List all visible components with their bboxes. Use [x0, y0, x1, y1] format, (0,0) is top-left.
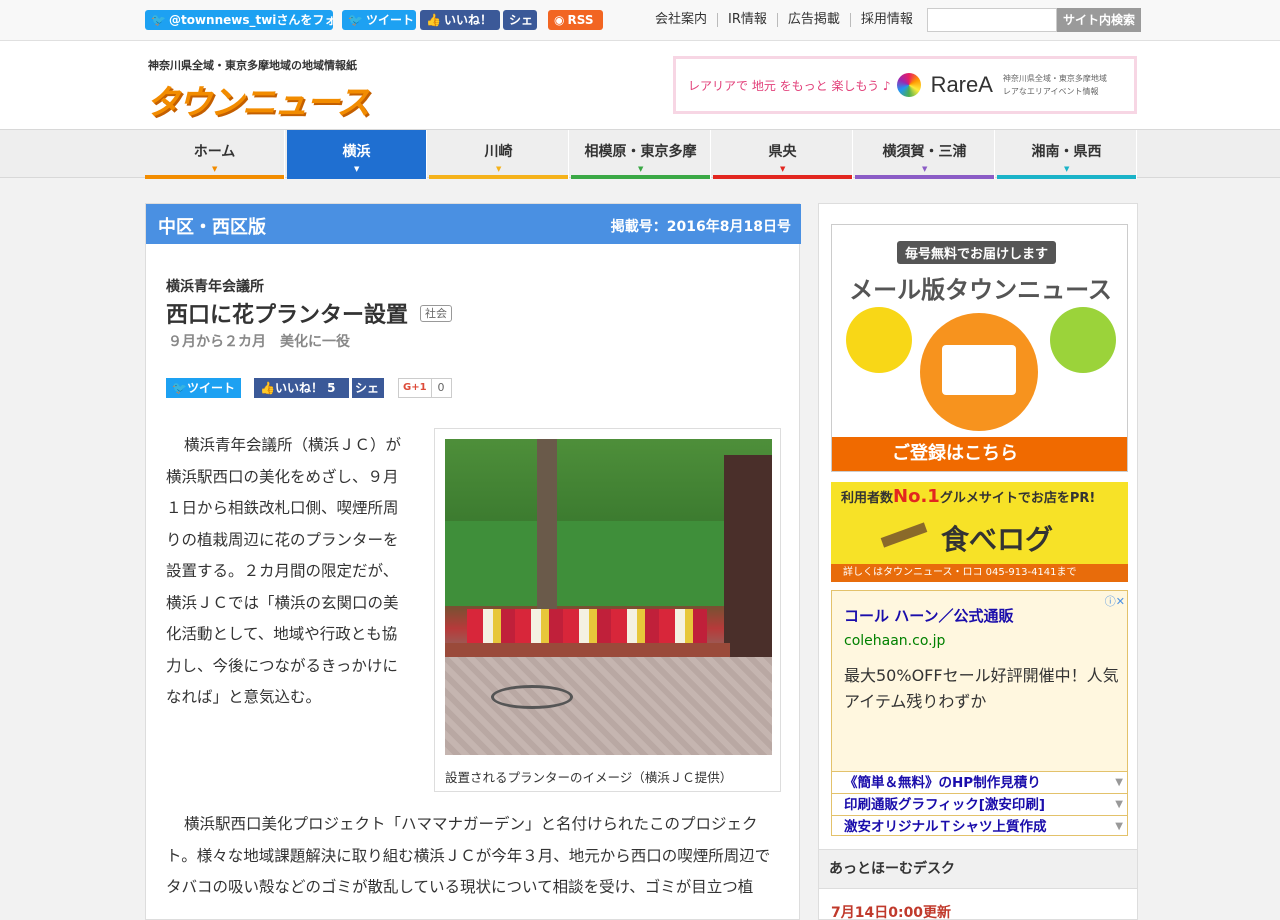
mail-ad-pill: 毎号無料でお届けします — [897, 241, 1057, 264]
nav-color-bar — [145, 175, 284, 179]
article-paragraph-2: 横浜駅西口美化プロジェクト「ハママナガーデン」と名付けられたこのプロジェクト。様… — [166, 815, 771, 896]
nav-color-bar — [855, 175, 994, 179]
nav-yokohama[interactable]: 横浜 ▼ — [287, 130, 427, 179]
envelope-icon — [920, 313, 1038, 431]
article-like-button[interactable]: 👍いいね！ 5 — [254, 378, 349, 398]
nav-color-bar — [571, 175, 710, 179]
gplus-count: 0 — [431, 378, 452, 398]
article-panel: 中区・西区版 掲載号：2016年8月18日号 横浜青年会議所 西口に花プランター… — [145, 203, 801, 920]
tabelog-ad[interactable]: 利用者数No.1グルメサイトでお店をPR! 食べログ 詳しくはタウンニュース・ロ… — [831, 482, 1128, 582]
photo-caption: 設置されるプランターのイメージ（横浜ＪＣ提供） — [445, 770, 733, 785]
top-bar: 🐦 @townnews_twiさんをフォ 🐦 ツイート 👍 いいね！ シェ ◉ RSS … — [0, 0, 1280, 41]
planter-photo[interactable] — [445, 439, 772, 755]
desk-heading: あっとほーむデスク — [819, 849, 1137, 889]
site-tagline: 神奈川県全域・東京多摩地域の地域情報紙 — [148, 59, 357, 72]
mail-ad-heading: メール版タウンニュース — [849, 276, 1112, 304]
twitter-bird-icon: 🐦 — [172, 381, 187, 395]
mail-edition-ad[interactable]: 毎号無料でお届けします メール版タウンニュース ご登録はこちら — [831, 224, 1128, 472]
article-title: 西口に花プランター設置 社会 — [166, 297, 453, 329]
gplus-button[interactable]: G+1 0 — [398, 378, 452, 398]
nav-yokosuka-miura[interactable]: 横須賀・三浦 ▼ — [855, 130, 995, 179]
desk-updated: 7月14日0:00更新 — [831, 905, 952, 920]
link-advertising[interactable]: 広告掲載 — [776, 13, 850, 27]
main-nav: ホーム ▼ 横浜 ▼ 川崎 ▼ 相模原・東京多摩 ▼ 県央 ▼ 横須賀・三浦 ▼… — [0, 129, 1280, 179]
ad-link-1[interactable]: 《簡単＆無料》のHP制作見積り ▼ — [832, 771, 1127, 793]
top-links: 会社案内 IR情報 広告掲載 採用情報 — [655, 13, 923, 27]
banner-catch: レアリアで 地元 をもっと 楽しもう ♪ — [688, 78, 891, 93]
article-tweet-button[interactable]: 🐦ツイート — [166, 378, 241, 398]
article-organization: 横浜青年会議所 — [166, 279, 264, 295]
chevron-down-icon: ▼ — [638, 165, 644, 173]
nav-color-bar — [429, 175, 568, 179]
nav-kawasaki[interactable]: 川崎 ▼ — [429, 130, 569, 179]
ad-link-3[interactable]: 激安オリジナルＴシャツ上質作成 ▼ — [832, 815, 1127, 835]
chevron-down-icon: ▼ — [1115, 777, 1123, 788]
gplus-icon: G+1 — [398, 378, 432, 398]
chevron-down-icon: ▼ — [1064, 165, 1070, 173]
category-tag[interactable]: 社会 — [420, 304, 453, 322]
chevron-down-icon: ▼ — [354, 165, 360, 173]
rarea-banner[interactable]: レアリアで 地元 をもっと 楽しもう ♪ RareA 神奈川県全域・東京多摩地域… — [673, 56, 1137, 114]
banner-brand: RareA — [930, 72, 993, 97]
nav-home[interactable]: ホーム ▼ — [145, 130, 285, 179]
chevron-down-icon: ▼ — [1115, 821, 1123, 832]
ad-link-2[interactable]: 印刷通販グラフィック[激安印刷] ▼ — [832, 793, 1127, 815]
mail-ad-register: ご登録はこちら — [832, 437, 1127, 471]
ad-url[interactable]: colehaan.co.jp — [844, 633, 945, 649]
text-ad-box: ⓘ✕ コール ハーン／公式通販 colehaan.co.jp 最大50%OFFセ… — [831, 590, 1128, 836]
tweet-button[interactable]: 🐦 ツイート — [342, 10, 416, 30]
banner-sub: 神奈川県全域・東京多摩地域 レアなエリアイベント情報 — [1002, 74, 1107, 96]
nav-shonan-kensei[interactable]: 湘南・県西 ▼ — [997, 130, 1137, 179]
thumbs-up-icon: 👍 — [426, 13, 441, 27]
link-ir[interactable]: IR情報 — [717, 13, 777, 27]
ad-text: 最大50%OFFセール好評開催中！人気アイテム残りわずか — [844, 666, 1119, 711]
twitter-bird-icon: 🐦 — [151, 13, 166, 27]
article-share-button[interactable]: シェ — [352, 378, 384, 398]
twitter-bird-icon: 🐦 — [348, 13, 363, 27]
chevron-down-icon: ▼ — [212, 165, 218, 173]
nav-color-bar — [713, 175, 852, 179]
article-figure: 設置されるプランターのイメージ（横浜ＪＣ提供） — [434, 428, 781, 792]
nav-sagamihara-tama[interactable]: 相模原・東京多摩 ▼ — [571, 130, 711, 179]
link-company[interactable]: 会社案内 — [655, 13, 717, 27]
like-button[interactable]: 👍 いいね！ — [420, 10, 500, 30]
rss-button[interactable]: ◉ RSS — [548, 10, 603, 30]
chopsticks-icon — [880, 522, 928, 548]
tabelog-footer: 詳しくはタウンニュース・ロコ 045-913-4141まで — [831, 564, 1128, 582]
thumbs-up-icon: 👍 — [260, 381, 275, 395]
link-recruit[interactable]: 採用情報 — [849, 13, 923, 27]
chevron-down-icon: ▼ — [922, 165, 928, 173]
twitter-follow-button[interactable]: 🐦 @townnews_twiさんをフォ — [145, 10, 333, 30]
edition-name: 中区・西区版 — [158, 217, 266, 238]
chevron-down-icon: ▼ — [780, 165, 786, 173]
nav-color-bar — [997, 175, 1136, 179]
rss-icon: ◉ — [554, 13, 565, 27]
ad-title-link[interactable]: コール ハーン／公式通販 — [844, 605, 1013, 626]
chevron-down-icon: ▼ — [496, 165, 502, 173]
sidebar: 毎号無料でお届けします メール版タウンニュース ご登録はこちら 利用者数No.1… — [818, 203, 1138, 920]
share-button[interactable]: シェ — [503, 10, 537, 30]
site-search-button[interactable]: サイト内検索 — [1057, 8, 1141, 32]
site-header: 神奈川県全域・東京多摩地域の地域情報紙 タウンニュース レアリアで 地元 をもっ… — [0, 41, 1280, 129]
issue-date: 掲載号：2016年8月18日号 — [610, 219, 791, 235]
nav-kenou[interactable]: 県央 ▼ — [713, 130, 853, 179]
rarea-logo-icon — [896, 73, 921, 97]
phone-mail-icon — [1050, 307, 1116, 373]
nav-color-bar — [287, 175, 426, 179]
ad-choices-icon[interactable]: ⓘ✕ — [1105, 593, 1125, 609]
article-subtitle: ９月から２カ月 美化に一役 — [168, 334, 350, 350]
tabelog-headline: 利用者数No.1グルメサイトでお店をPR! — [841, 486, 1096, 507]
article-paragraph-1: 横浜青年会議所（横浜ＪＣ）が横浜駅西口の美化をめざし、９月１日から相鉄改札口側、… — [166, 436, 402, 706]
tabelog-name: 食べログ — [941, 523, 1054, 556]
computer-mail-icon — [846, 307, 912, 373]
site-search-input[interactable] — [927, 8, 1057, 32]
chevron-down-icon: ▼ — [1115, 799, 1123, 810]
edition-bar: 中区・西区版 掲載号：2016年8月18日号 — [146, 204, 801, 244]
site-logo[interactable]: タウンニュース — [146, 75, 370, 124]
